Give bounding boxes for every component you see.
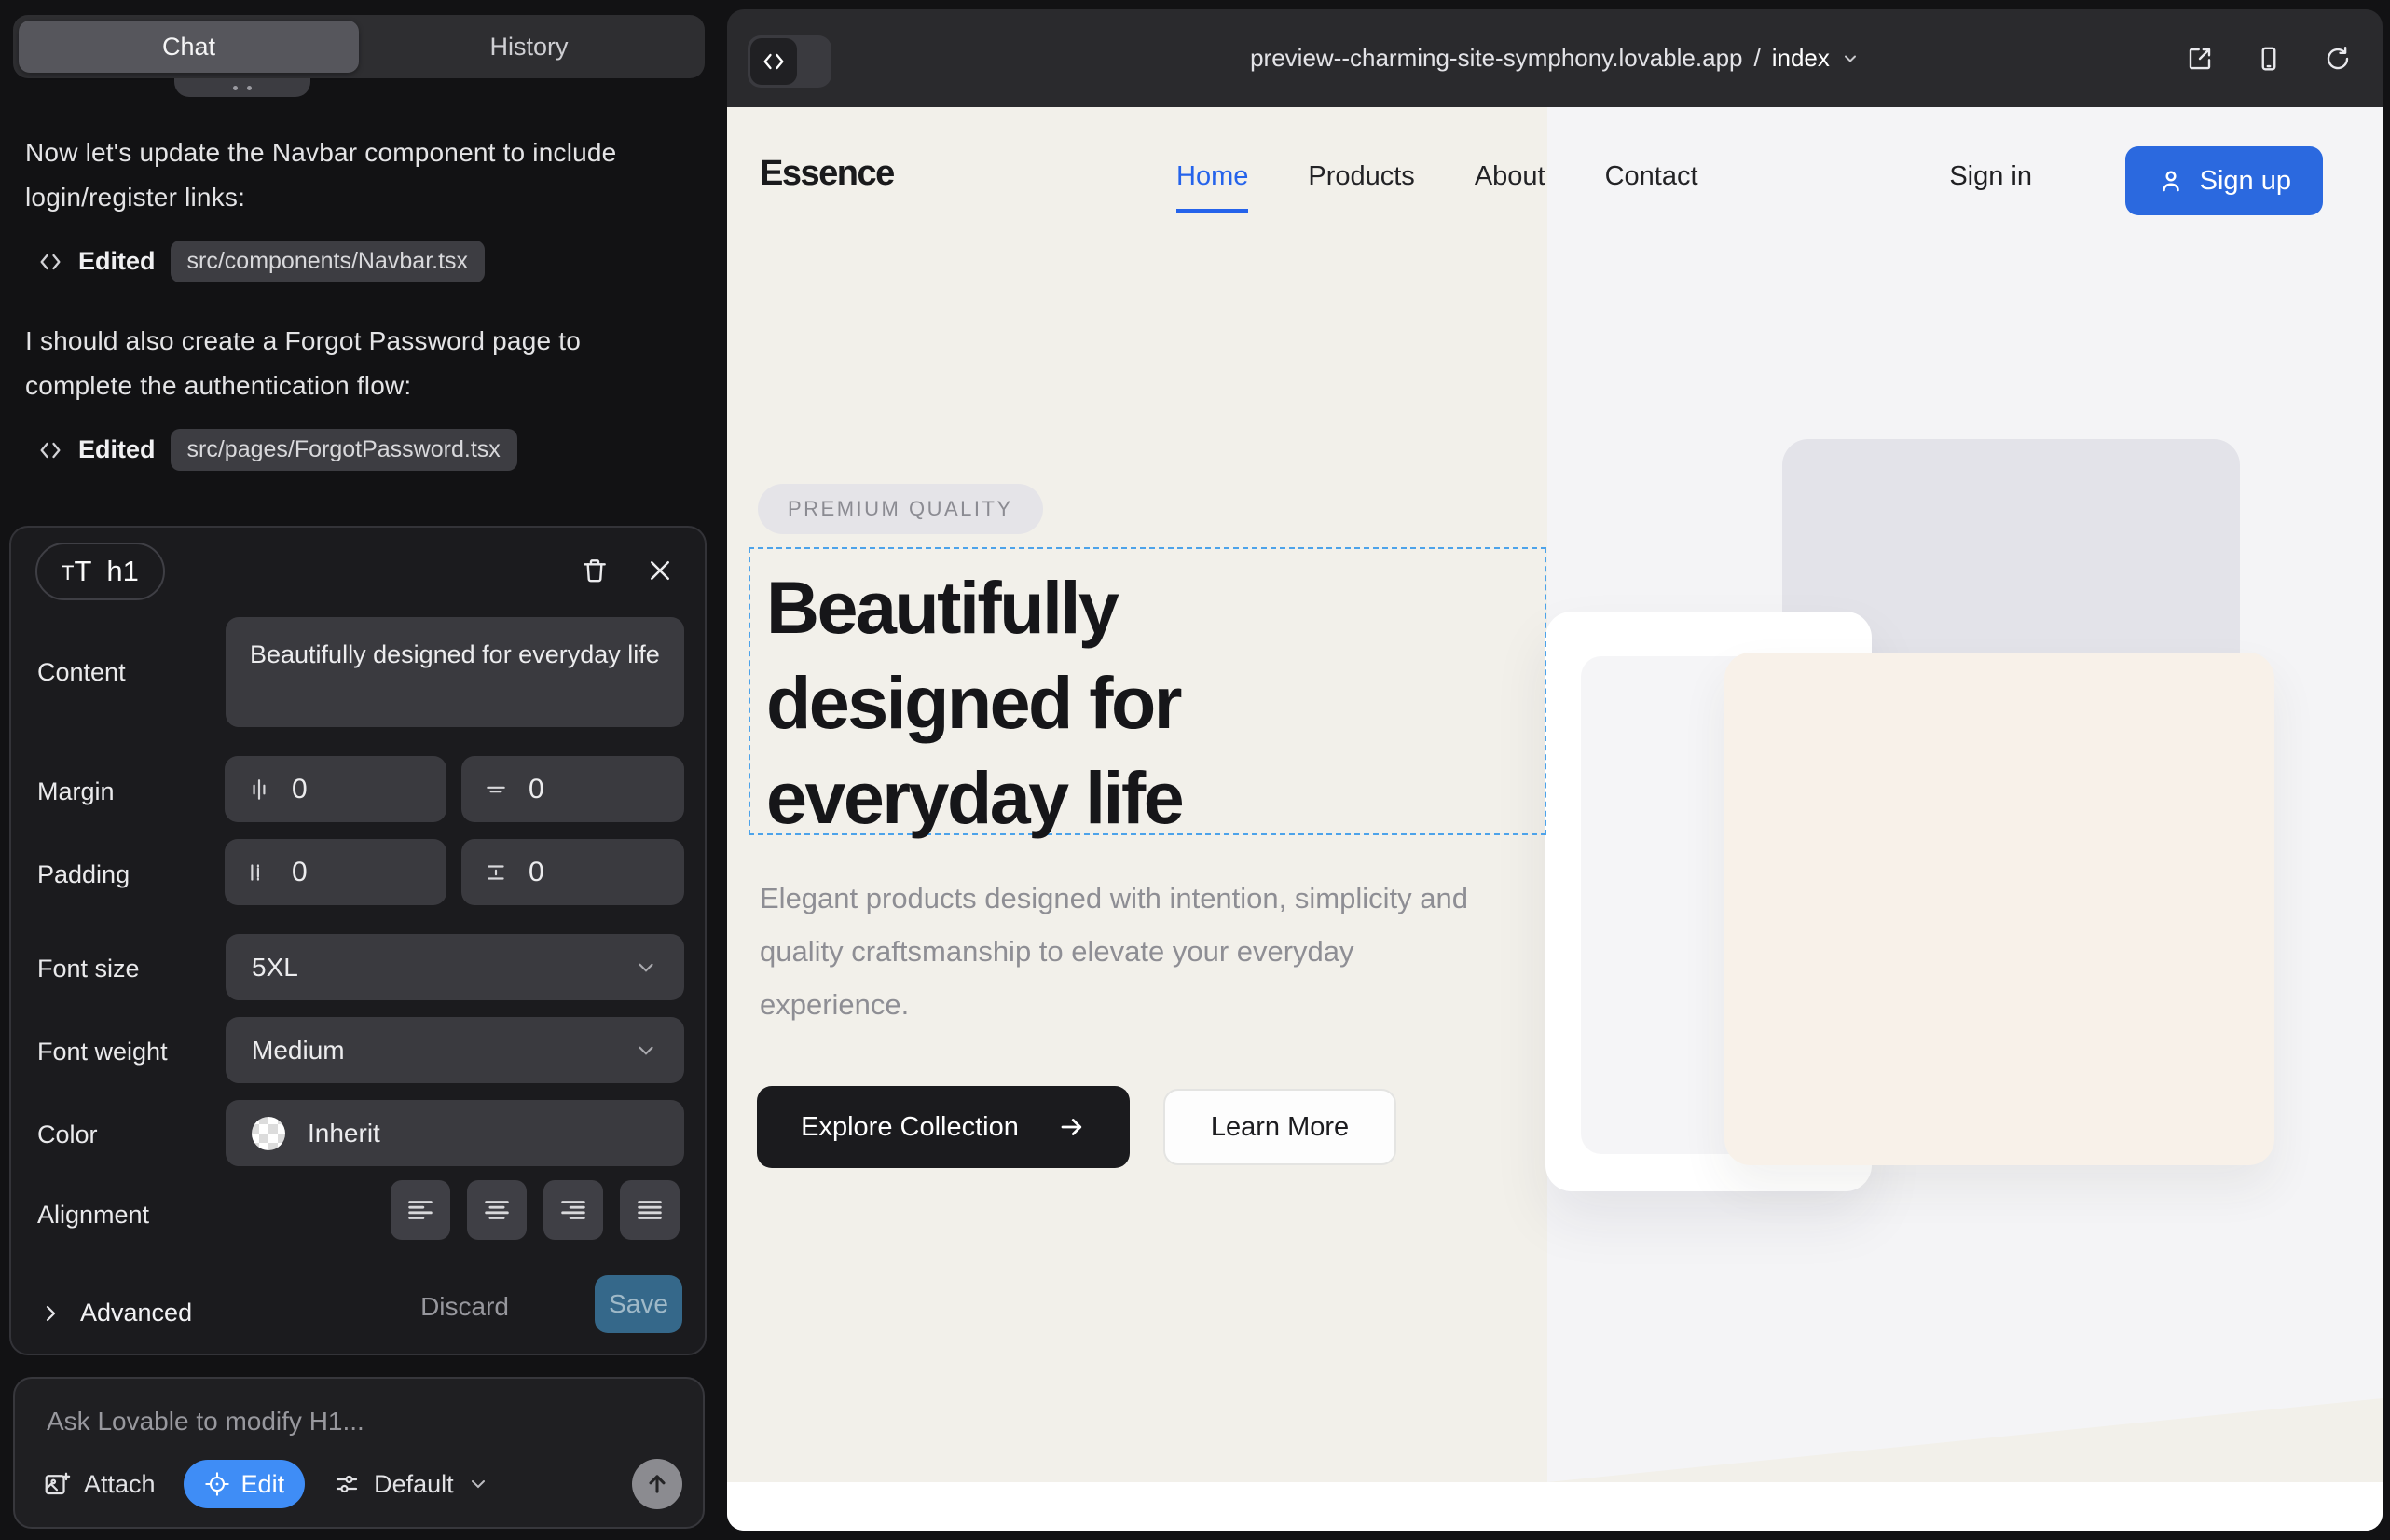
typography-icon: TT: [62, 555, 91, 588]
align-right-button[interactable]: [543, 1180, 603, 1240]
hero-background-wedge: [1547, 1398, 2383, 1482]
chat-panel: Chat History Now let's update the Navbar…: [0, 0, 718, 1540]
color-label: Color: [37, 1121, 98, 1149]
padding-label: Padding: [37, 860, 130, 889]
nav-link-about[interactable]: About: [1475, 161, 1545, 213]
element-tag-badge: TT h1: [35, 543, 165, 600]
hero-cta-row: Explore Collection Learn More: [757, 1086, 1396, 1168]
preview-header-actions: [2181, 9, 2356, 107]
premium-quality-badge: PREMIUM QUALITY: [758, 484, 1043, 534]
padding-horizontal-icon: [247, 860, 271, 885]
url-page: index: [1772, 44, 1830, 73]
url-bar[interactable]: preview--charming-site-symphony.lovable.…: [727, 9, 2383, 107]
default-mode-button[interactable]: Default: [333, 1470, 489, 1499]
url-separator: /: [1754, 44, 1761, 73]
file-chip-navbar[interactable]: src/components/Navbar.tsx: [171, 241, 486, 282]
site-viewport: Essence Home Products About Contact Sign…: [727, 107, 2383, 1531]
font-size-label: Font size: [37, 955, 140, 983]
padding-vertical-icon: [484, 860, 508, 885]
send-button[interactable]: [632, 1459, 682, 1509]
mobile-view-button[interactable]: [2250, 40, 2287, 77]
sign-in-link[interactable]: Sign in: [1949, 161, 2032, 192]
align-center-button[interactable]: [467, 1180, 527, 1240]
margin-x-input[interactable]: 0: [225, 756, 446, 822]
explore-collection-button[interactable]: Explore Collection: [757, 1086, 1130, 1168]
site-nav-links: Home Products About Contact: [1176, 161, 1698, 213]
file-chip-forgot-password[interactable]: src/pages/ForgotPassword.tsx: [171, 429, 517, 471]
attach-image-icon: [43, 1470, 71, 1498]
selected-element-outline[interactable]: Beautifully designed for everyday life: [749, 547, 1546, 835]
user-icon: [2157, 167, 2185, 195]
scrolled-chip-partial: [174, 78, 310, 97]
nav-link-home[interactable]: Home: [1176, 161, 1248, 213]
sliders-icon: [333, 1470, 361, 1498]
learn-more-button[interactable]: Learn More: [1163, 1089, 1396, 1165]
hero-heading[interactable]: Beautifully designed for everyday life: [766, 560, 1419, 846]
color-swatch-transparent: [252, 1117, 285, 1150]
margin-horizontal-icon: [247, 777, 271, 802]
preview-header: preview--charming-site-symphony.lovable.…: [727, 9, 2383, 107]
decorative-card-cream: [1724, 653, 2274, 1165]
chevron-right-icon: [39, 1302, 62, 1325]
preview-browser: preview--charming-site-symphony.lovable.…: [727, 9, 2383, 1531]
open-in-new-tab-button[interactable]: [2181, 40, 2218, 77]
font-size-select[interactable]: 5XL: [226, 934, 684, 1000]
arrow-up-icon: [644, 1471, 670, 1497]
nav-link-contact[interactable]: Contact: [1605, 161, 1698, 213]
tab-chat[interactable]: Chat: [19, 21, 359, 73]
assistant-message: Now let's update the Navbar component to…: [25, 131, 682, 220]
font-weight-select[interactable]: Medium: [226, 1017, 684, 1083]
hero-paragraph: Elegant products designed with intention…: [760, 872, 1496, 1031]
prompt-input[interactable]: Ask Lovable to modify H1...: [47, 1407, 364, 1437]
edited-label: Edited: [78, 435, 156, 464]
code-icon: [37, 249, 63, 275]
delete-element-button[interactable]: [574, 550, 615, 591]
content-textarea[interactable]: Beautifully designed for everyday life: [226, 617, 684, 727]
alignment-label: Alignment: [37, 1201, 149, 1230]
align-justify-button[interactable]: [620, 1180, 680, 1240]
chevron-down-icon: [1841, 49, 1860, 68]
align-left-button[interactable]: [391, 1180, 450, 1240]
arrow-right-icon: [1058, 1113, 1086, 1141]
chat-history-tabs: Chat History: [13, 15, 705, 78]
color-field[interactable]: Inherit: [226, 1100, 684, 1166]
chevron-down-icon: [467, 1473, 489, 1495]
url-host: preview--charming-site-symphony.lovable.…: [1250, 44, 1742, 73]
section-below-hero: [727, 1482, 2383, 1531]
lovable-workspace: Chat History Now let's update the Navbar…: [0, 0, 2390, 1540]
edited-file-row: Edited src/components/Navbar.tsx: [37, 241, 485, 282]
close-editor-button[interactable]: [639, 550, 680, 591]
padding-x-input[interactable]: 0: [225, 839, 446, 905]
edited-file-row: Edited src/pages/ForgotPassword.tsx: [37, 429, 517, 471]
save-button[interactable]: Save: [595, 1275, 682, 1333]
element-tag: h1: [106, 555, 138, 588]
advanced-toggle[interactable]: Advanced: [39, 1299, 192, 1327]
edited-label: Edited: [78, 247, 156, 276]
margin-label: Margin: [37, 777, 115, 806]
prompt-toolbar: Attach Edit Default: [43, 1458, 682, 1510]
nav-link-products[interactable]: Products: [1308, 161, 1414, 213]
code-icon: [37, 437, 63, 463]
element-editor-panel: TT h1 Content Beautifully designed for e…: [9, 526, 707, 1355]
content-label: Content: [37, 658, 126, 687]
prompt-box[interactable]: Ask Lovable to modify H1... Attach Edit …: [13, 1377, 705, 1529]
site-logo[interactable]: Essence: [760, 154, 894, 194]
chevron-down-icon: [634, 1038, 658, 1063]
refresh-button[interactable]: [2319, 40, 2356, 77]
sign-up-button[interactable]: Sign up: [2125, 146, 2323, 215]
margin-vertical-icon: [484, 777, 508, 802]
attach-button[interactable]: Attach: [43, 1470, 156, 1499]
target-icon: [204, 1471, 230, 1497]
tab-history[interactable]: History: [359, 21, 699, 73]
assistant-message: I should also create a Forgot Password p…: [25, 319, 682, 408]
padding-y-input[interactable]: 0: [461, 839, 684, 905]
edit-mode-button[interactable]: Edit: [184, 1460, 306, 1508]
margin-y-input[interactable]: 0: [461, 756, 684, 822]
discard-button[interactable]: Discard: [420, 1292, 509, 1322]
site-navbar: Essence Home Products About Contact Sign…: [727, 107, 2383, 247]
chevron-down-icon: [634, 956, 658, 980]
font-weight-label: Font weight: [37, 1038, 168, 1066]
